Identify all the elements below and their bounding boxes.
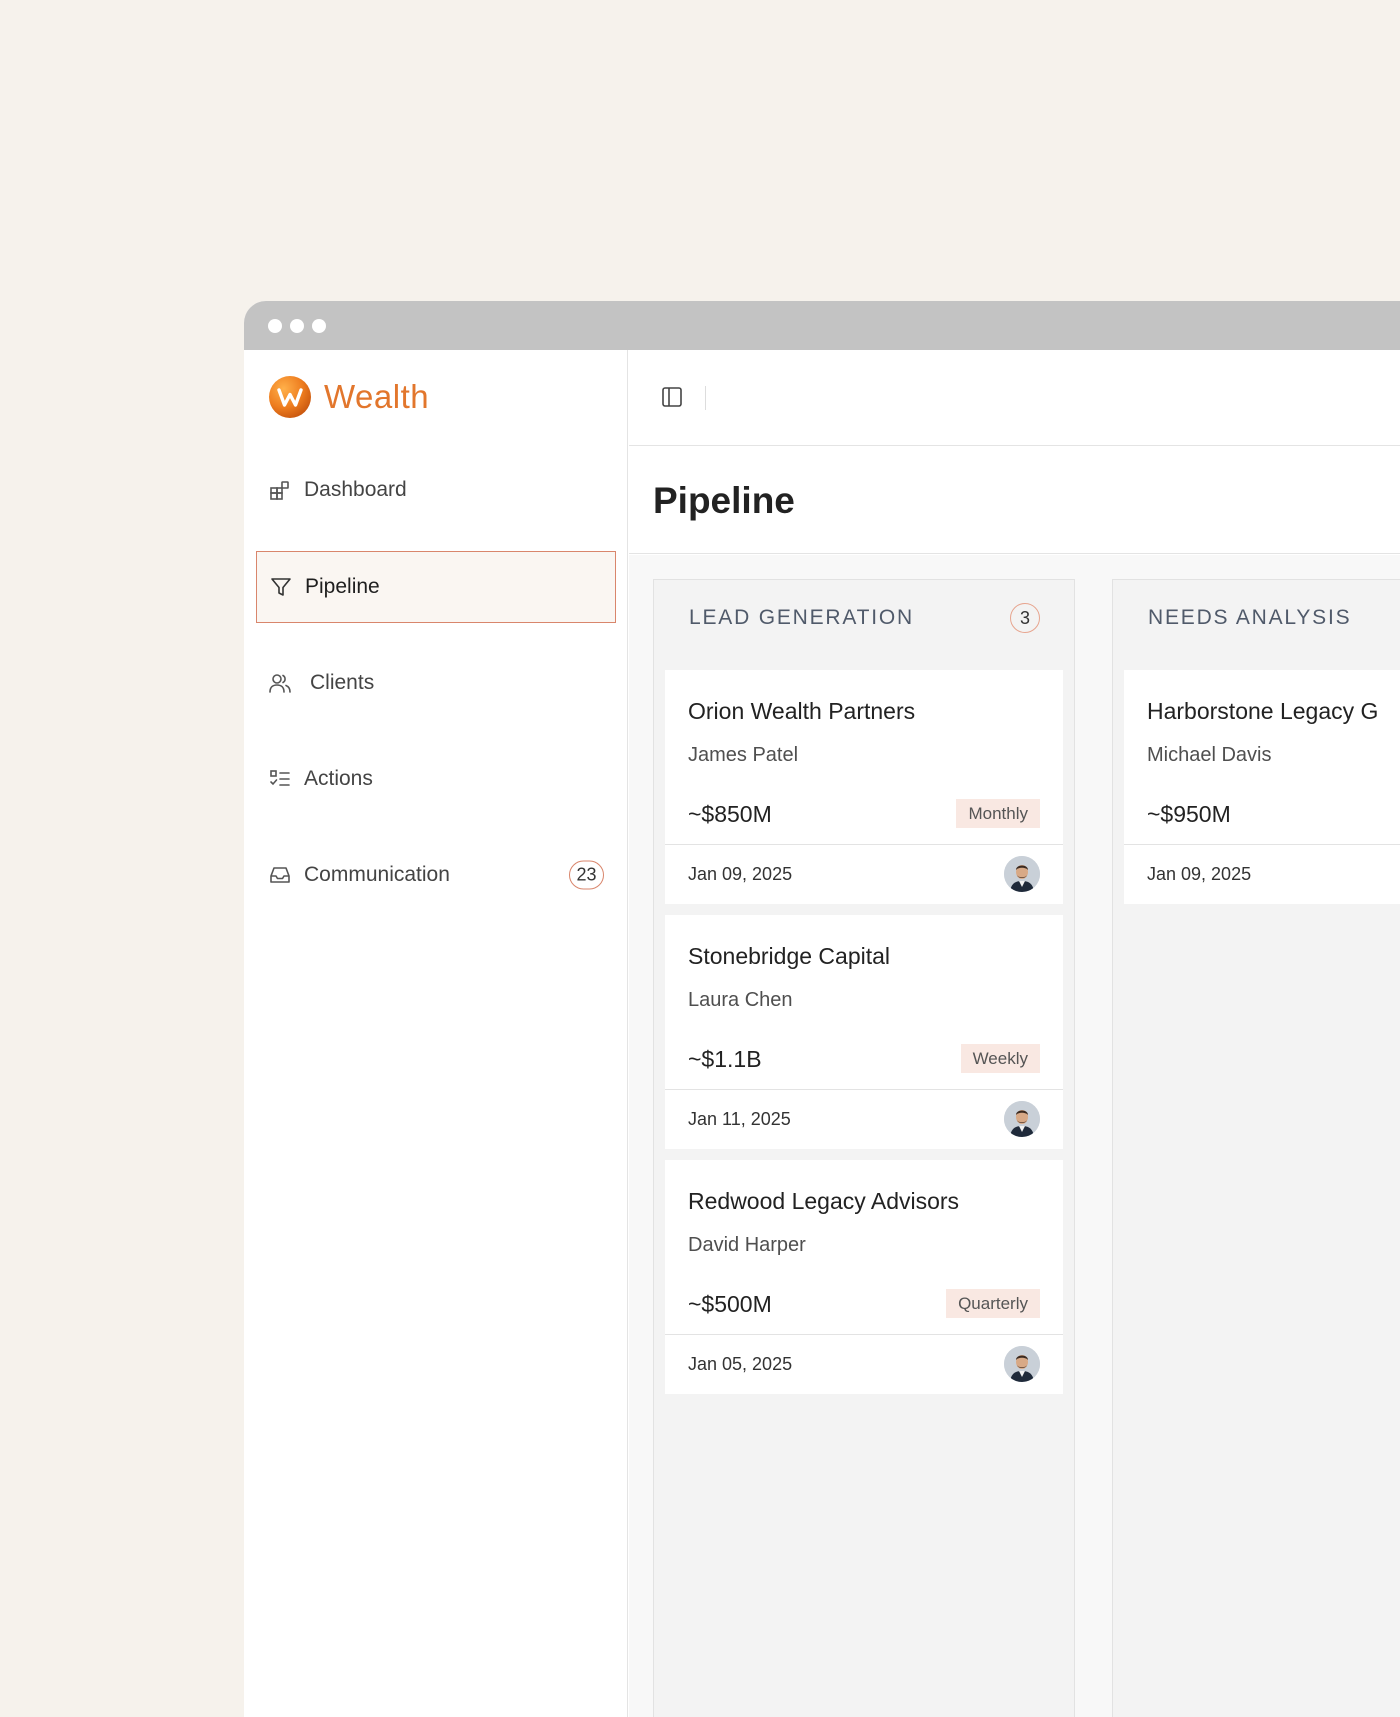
sidebar-item-clients[interactable]: Clients: [256, 647, 616, 719]
deal-date: Jan 05, 2025: [688, 1354, 793, 1374]
sidebar-item-pipeline[interactable]: Pipeline: [256, 551, 616, 623]
column-header: LEAD GENERATION 3: [654, 580, 1074, 670]
deal-date: Jan 09, 2025: [688, 864, 793, 884]
deal-date: Jan 09, 2025: [1147, 864, 1252, 884]
sidebar-item-label: Dashboard: [304, 478, 407, 501]
deal-company: Orion Wealth Partners: [688, 698, 916, 724]
deal-company: Redwood Legacy Advisors: [688, 1188, 960, 1214]
deal-value: ~$950M: [1147, 801, 1231, 827]
wealth-logo-icon: [269, 376, 311, 418]
funnel-icon: [269, 575, 293, 599]
main-content: Pipeline LEAD GENERATION 3 Orion Wealth …: [629, 350, 1400, 1717]
deal-card[interactable]: Harborstone Legacy G Michael Davis ~$950…: [1124, 670, 1400, 904]
deal-company: Stonebridge Capital: [688, 943, 891, 969]
users-icon: [268, 671, 292, 695]
sidebar-item-actions[interactable]: Actions: [256, 743, 616, 815]
column-header: NEEDS ANALYSIS: [1113, 580, 1400, 670]
dashboard-icon: [268, 478, 292, 502]
deal-card[interactable]: Redwood Legacy Advisors David Harper ~$5…: [665, 1160, 1063, 1394]
deal-contact: David Harper: [688, 1234, 806, 1256]
app-window: Wealth Dashboard Pipeline Clients Action: [244, 301, 1400, 1717]
pipeline-column-needs-analysis: NEEDS ANALYSIS Harborstone Legacy G Mich…: [1112, 579, 1400, 1717]
avatar[interactable]: [1004, 1346, 1040, 1382]
deal-card[interactable]: Orion Wealth Partners James Patel ~$850M…: [665, 670, 1063, 904]
window-dot-maximize[interactable]: [312, 319, 326, 333]
communication-count-badge: 23: [569, 860, 604, 890]
sidebar-item-communication[interactable]: Communication 23: [256, 839, 616, 911]
pipeline-column-lead-generation: LEAD GENERATION 3 Orion Wealth Partners …: [653, 579, 1075, 1717]
window-dot-close[interactable]: [268, 319, 282, 333]
column-count-badge: 3: [1010, 603, 1040, 633]
deal-company: Harborstone Legacy G: [1147, 698, 1379, 724]
inbox-icon: [268, 863, 292, 887]
sidebar-toggle-icon[interactable]: [659, 384, 685, 410]
page-title: Pipeline: [653, 480, 795, 521]
deal-date: Jan 11, 2025: [688, 1109, 791, 1129]
column-title: NEEDS ANALYSIS: [1148, 606, 1352, 629]
brand[interactable]: Wealth: [269, 375, 429, 419]
frequency-tag: Monthly: [956, 799, 1040, 828]
toolbar-divider: [705, 386, 706, 410]
avatar[interactable]: [1004, 856, 1040, 892]
frequency-tag: Weekly: [960, 1044, 1040, 1073]
window-dot-minimize[interactable]: [290, 319, 304, 333]
brand-name: Wealth: [324, 378, 430, 415]
sidebar-item-dashboard[interactable]: Dashboard: [256, 454, 616, 526]
sidebar: Wealth Dashboard Pipeline Clients Action: [244, 350, 628, 1717]
deal-value: ~$500M: [688, 1291, 772, 1317]
sidebar-item-label: Clients: [310, 671, 375, 694]
pipeline-board: LEAD GENERATION 3 Orion Wealth Partners …: [629, 555, 1400, 1717]
top-toolbar: [629, 350, 1400, 446]
sidebar-item-label: Pipeline: [305, 575, 380, 598]
avatar[interactable]: [1004, 1101, 1040, 1137]
deal-contact: Laura Chen: [688, 989, 793, 1011]
sidebar-item-label: Communication: [304, 863, 450, 886]
page-header: Pipeline: [629, 446, 1400, 554]
window-titlebar: [244, 301, 1400, 350]
deal-contact: Michael Davis: [1147, 744, 1272, 766]
deal-value: ~$1.1B: [688, 1046, 762, 1072]
checklist-icon: [268, 767, 292, 791]
deal-value: ~$850M: [688, 801, 772, 827]
deal-contact: James Patel: [688, 744, 799, 766]
sidebar-item-label: Actions: [304, 767, 373, 790]
column-title: LEAD GENERATION: [689, 606, 914, 629]
frequency-tag: Quarterly: [946, 1289, 1040, 1318]
deal-card[interactable]: Stonebridge Capital Laura Chen ~$1.1B We…: [665, 915, 1063, 1149]
